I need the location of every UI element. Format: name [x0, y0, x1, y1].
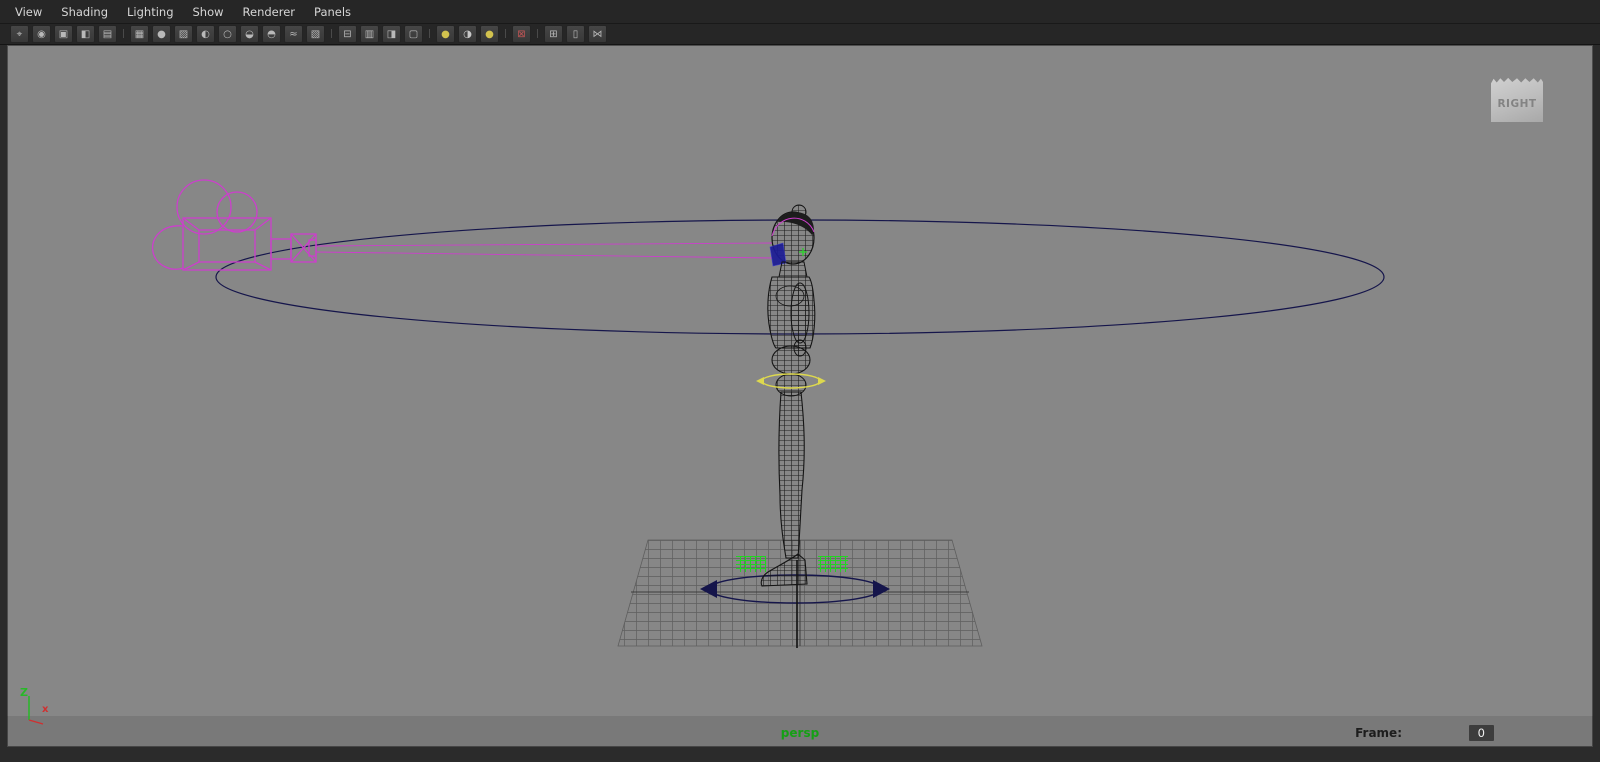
right-view-card[interactable]: RIGHT [1491, 77, 1543, 122]
safe-display-icon[interactable]: ▯ [566, 25, 585, 43]
axis-right-label: x [42, 704, 49, 715]
isolate-select-icon[interactable]: ⊟ [338, 25, 357, 43]
camera-attributes-icon[interactable]: ▣ [54, 25, 73, 43]
right-view-card-label: RIGHT [1497, 98, 1537, 110]
bookmarks-icon[interactable]: ◧ [76, 25, 95, 43]
motion-blur-icon[interactable]: ≈ [284, 25, 303, 43]
multisample-icon[interactable]: ▧ [306, 25, 325, 43]
frame-hud-label: Frame: [1355, 726, 1402, 740]
menu-view[interactable]: View [6, 2, 51, 22]
menu-lighting[interactable]: Lighting [118, 2, 182, 22]
x-ray-icon[interactable]: ▥ [360, 25, 379, 43]
gate-mask-icon[interactable]: ◨ [382, 25, 401, 43]
menu-shading[interactable]: Shading [52, 2, 117, 22]
lighting-mode-icon[interactable]: ○ [218, 25, 237, 43]
default-material-icon[interactable]: ◐ [196, 25, 215, 43]
resolution-gate-icon[interactable]: ▢ [404, 25, 423, 43]
separator: | [121, 28, 126, 39]
paint-select-icon[interactable]: ⊠ [512, 25, 531, 43]
wireframe-mode-icon[interactable]: ▦ [130, 25, 149, 43]
3d-viewport[interactable] [7, 45, 1593, 747]
occlusion-icon[interactable]: ◓ [262, 25, 281, 43]
panel-menubar: View Shading Lighting Show Renderer Panels [0, 0, 1600, 24]
separator: | [329, 28, 334, 39]
separator: | [503, 28, 508, 39]
menu-show[interactable]: Show [184, 2, 233, 22]
shadows-mode-icon[interactable]: ◒ [240, 25, 259, 43]
smooth-shade-mode-icon[interactable]: ● [152, 25, 171, 43]
select-camera-icon[interactable]: ⌖ [10, 25, 29, 43]
lock-camera-icon[interactable]: ◉ [32, 25, 51, 43]
frame-value-field[interactable]: 0 [1468, 725, 1494, 741]
connections-icon[interactable]: ⋈ [588, 25, 607, 43]
field-chart-icon[interactable]: ⊞ [544, 25, 563, 43]
color-management-icon[interactable]: ● [480, 25, 499, 43]
menu-panels[interactable]: Panels [305, 2, 360, 22]
separator: | [535, 28, 540, 39]
view-axis-gizmo: Z x [12, 684, 62, 728]
axis-up-label: Z [20, 686, 28, 699]
camera-name-label: persp [780, 726, 820, 740]
gamma-icon[interactable]: ◑ [458, 25, 477, 43]
exposure-icon[interactable]: ● [436, 25, 455, 43]
textured-mode-icon[interactable]: ▨ [174, 25, 193, 43]
menu-renderer[interactable]: Renderer [234, 2, 305, 22]
separator: | [427, 28, 432, 39]
panel-toolbar: ⌖ ◉ ▣ ◧ ▤ | ▦ ● ▨ ◐ ○ ◒ ◓ ≈ ▧ | ⊟ ▥ ◨ ▢ | ● ◑ ● | ⊠ | ⊞ ▯ ⋈ [0, 24, 1600, 45]
image-plane-icon[interactable]: ▤ [98, 25, 117, 43]
